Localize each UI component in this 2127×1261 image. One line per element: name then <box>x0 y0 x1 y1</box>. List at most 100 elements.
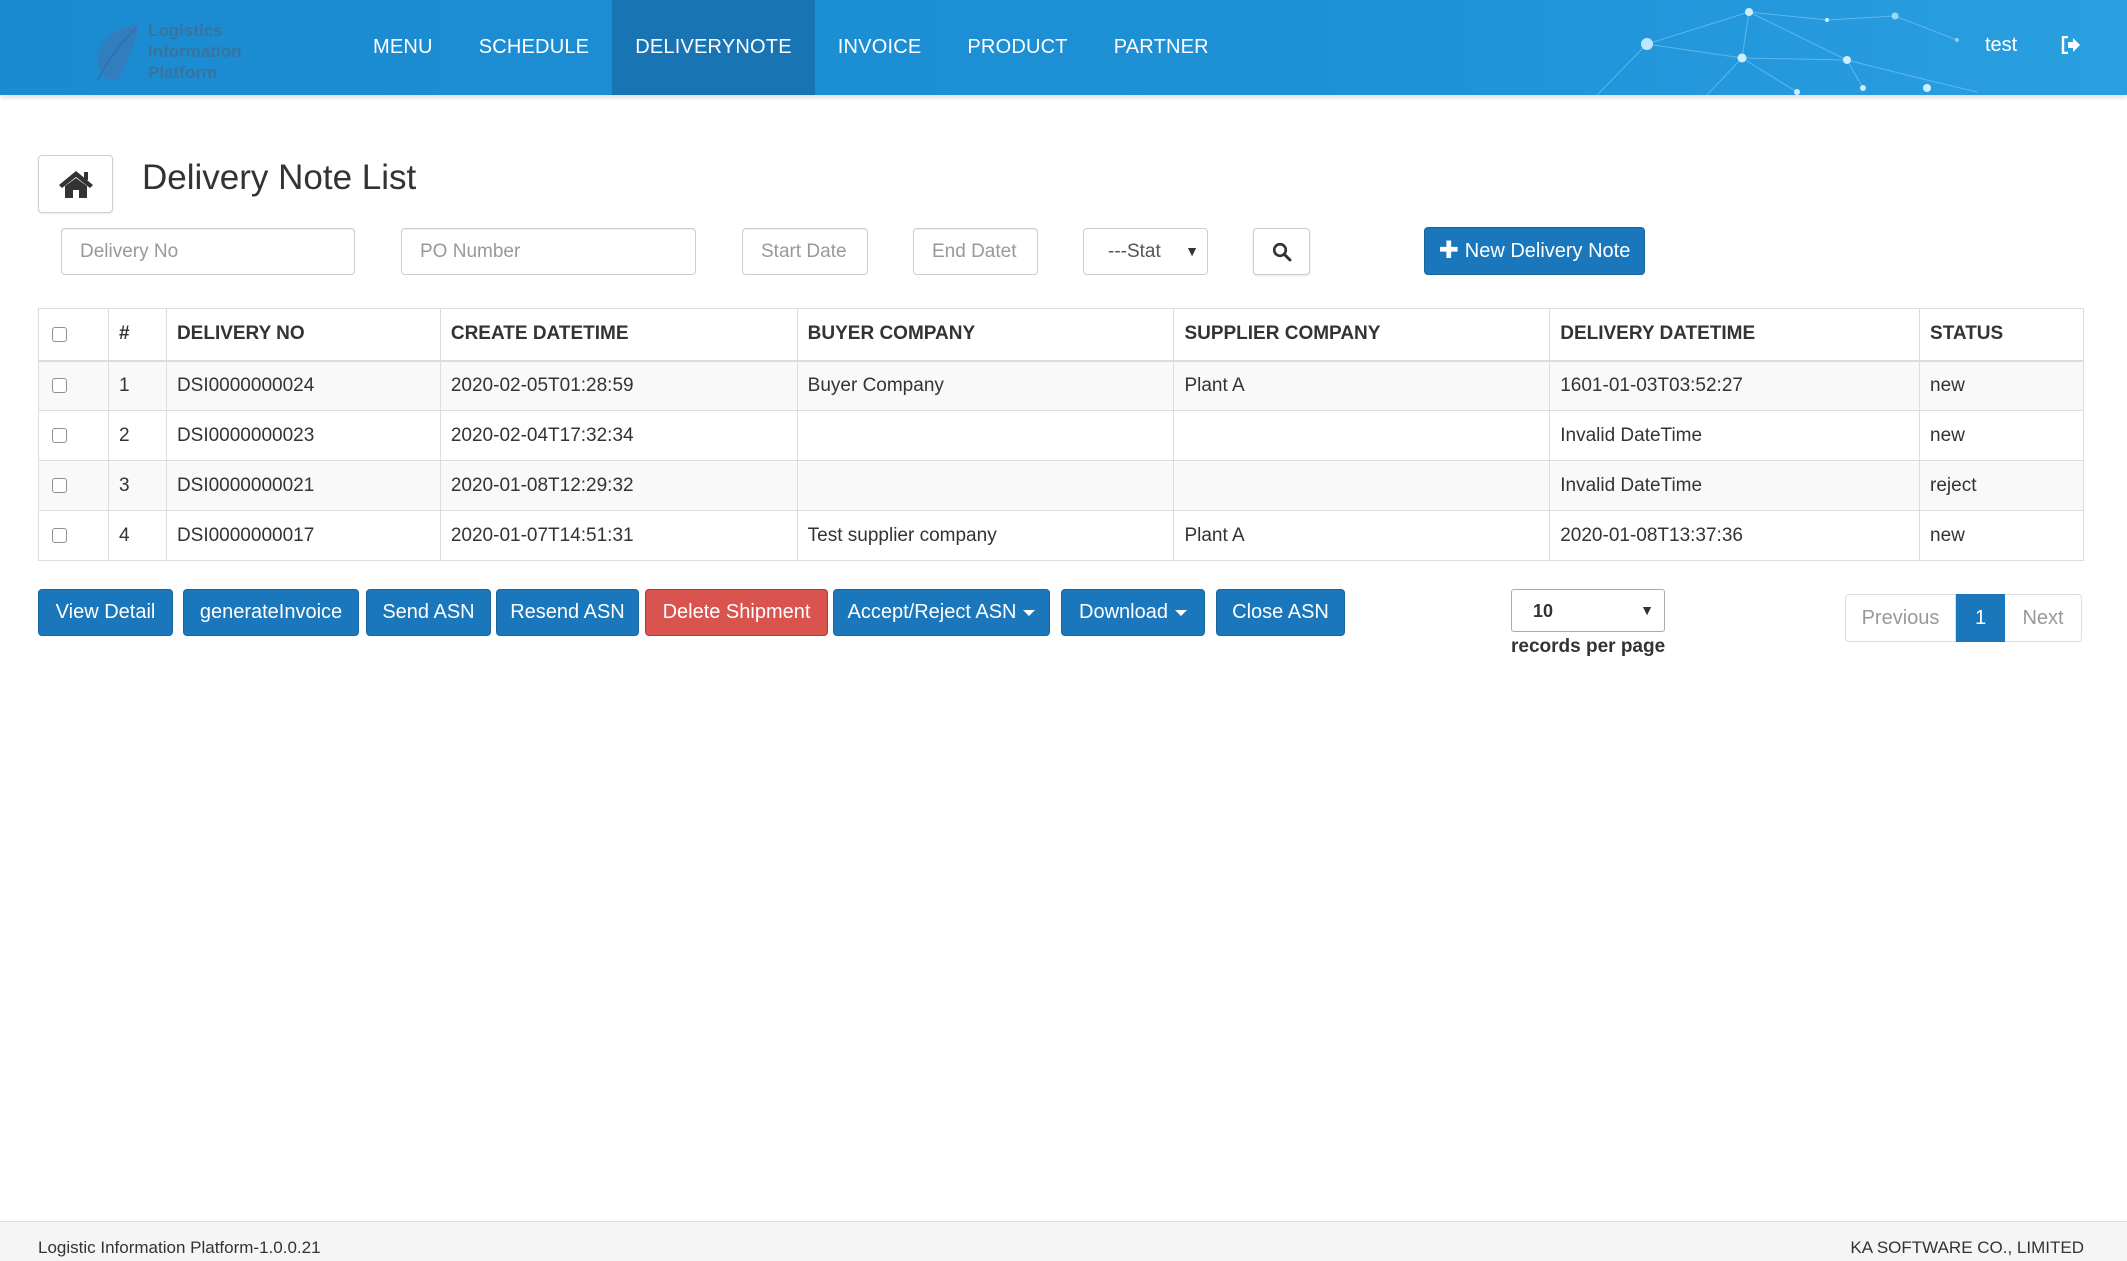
cell-supplier-company: Plant A <box>1173 510 1551 561</box>
footer-company: KA SOFTWARE CO., LIMITED <box>1850 1238 2084 1257</box>
cell-delivery-datetime: Invalid DateTime <box>1549 460 1921 511</box>
nav-item-partner[interactable]: PARTNER <box>1091 0 1232 95</box>
cell-delivery-no: DSI0000000023 <box>165 410 441 461</box>
caret-down-icon <box>1174 609 1187 616</box>
download-label: Download <box>1079 601 1168 623</box>
nav-item-schedule[interactable]: SCHEDULE <box>456 0 613 95</box>
select-caret-icon: ▼ <box>1640 602 1654 618</box>
cell-num: 3 <box>107 460 167 511</box>
cell-supplier-company: Plant A <box>1173 360 1551 411</box>
logo-text: Logistics Information Platform <box>148 20 242 83</box>
logo-line: Logistics <box>148 21 223 40</box>
current-page-button[interactable]: 1 <box>1956 594 2005 642</box>
nav-item-product[interactable]: PRODUCT <box>944 0 1090 95</box>
home-icon <box>58 171 93 198</box>
row-select-cell <box>38 510 109 561</box>
po-number-input[interactable] <box>401 228 696 275</box>
new-delivery-note-label: New Delivery Note <box>1464 239 1631 262</box>
main-nav: MENU SCHEDULE DELIVERYNOTE INVOICE PRODU… <box>350 0 1232 95</box>
table-row[interactable]: 2 DSI0000000023 2020-02-04T17:32:34 Inva… <box>38 410 2084 461</box>
logo-line: Information <box>148 42 242 61</box>
cell-status: new <box>1919 510 2084 561</box>
accept-reject-asn-dropdown[interactable]: Accept/Reject ASN <box>833 589 1050 636</box>
table-row[interactable]: 4 DSI0000000017 2020-01-07T14:51:31 Test… <box>38 510 2084 561</box>
column-header[interactable]: # <box>107 308 167 362</box>
records-per-page-select[interactable]: 10 ▼ <box>1511 589 1665 632</box>
cell-delivery-datetime: Invalid DateTime <box>1549 410 1921 461</box>
view-detail-button[interactable]: View Detail <box>38 589 173 636</box>
new-delivery-note-button[interactable]: ✚ New Delivery Note <box>1424 227 1645 275</box>
start-date-input[interactable] <box>742 228 868 275</box>
row-checkbox[interactable] <box>52 477 67 493</box>
cell-buyer-company: Test supplier company <box>796 510 1175 561</box>
cell-delivery-datetime: 2020-01-08T13:37:36 <box>1549 510 1921 561</box>
column-header[interactable]: CREATE DATETIME <box>439 308 798 362</box>
records-per-page-value: 10 <box>1533 601 1554 621</box>
generate-invoice-button[interactable]: generateInvoice <box>183 589 359 636</box>
network-decoration <box>1596 8 1978 95</box>
close-asn-button[interactable]: Close ASN <box>1216 589 1345 636</box>
select-all-checkbox[interactable] <box>52 326 67 342</box>
row-checkbox[interactable] <box>52 378 67 394</box>
plus-icon: ✚ <box>1438 237 1459 264</box>
cell-status: new <box>1919 410 2084 461</box>
cell-buyer-company: Buyer Company <box>796 360 1175 411</box>
app-logo[interactable]: Logistics Information Platform <box>92 18 272 84</box>
table-header-row: # DELIVERY NO CREATE DATETIME BUYER COMP… <box>38 308 2084 362</box>
row-select-cell <box>38 460 109 511</box>
resend-asn-button[interactable]: Resend ASN <box>496 589 639 636</box>
home-button[interactable] <box>38 155 113 213</box>
status-select[interactable]: ---Stat ▼ <box>1083 228 1208 275</box>
status-select-value: ---Stat <box>1108 241 1161 262</box>
send-asn-button[interactable]: Send ASN <box>366 589 491 636</box>
nav-item-deliverynote[interactable]: DELIVERYNOTE <box>612 0 815 95</box>
footer: Logistic Information Platform-1.0.0.21 K… <box>0 1221 2127 1261</box>
user-name[interactable]: test <box>1985 34 2017 57</box>
cell-delivery-datetime: 1601-01-03T03:52:27 <box>1549 360 1921 411</box>
pagination: Previous 1 Next <box>1845 594 2082 642</box>
records-per-page-label: records per page <box>1511 636 1666 657</box>
row-checkbox[interactable] <box>52 427 67 443</box>
column-header[interactable]: DELIVERY DATETIME <box>1549 308 1921 362</box>
cell-num: 4 <box>107 510 167 561</box>
table-row[interactable]: 1 DSI0000000024 2020-02-05T01:28:59 Buye… <box>38 360 2084 411</box>
logout-icon[interactable] <box>2061 36 2081 54</box>
cell-num: 1 <box>107 360 167 411</box>
delivery-note-table: # DELIVERY NO CREATE DATETIME BUYER COMP… <box>38 308 2084 561</box>
delivery-no-input[interactable] <box>61 228 355 275</box>
top-navbar: Logistics Information Platform MENU SCHE… <box>0 0 2127 95</box>
nav-item-invoice[interactable]: INVOICE <box>815 0 945 95</box>
column-header[interactable]: STATUS <box>1919 308 2084 362</box>
row-checkbox[interactable] <box>52 527 67 543</box>
table-row[interactable]: 3 DSI0000000021 2020-01-08T12:29:32 Inva… <box>38 460 2084 511</box>
search-button[interactable] <box>1253 228 1310 275</box>
cell-num: 2 <box>107 410 167 461</box>
cell-buyer-company <box>796 410 1175 461</box>
cell-status: new <box>1919 360 2084 411</box>
end-date-input[interactable] <box>913 228 1038 275</box>
column-header[interactable]: SUPPLIER COMPANY <box>1173 308 1551 362</box>
footer-version: Logistic Information Platform-1.0.0.21 <box>38 1238 321 1257</box>
next-page-button[interactable]: Next <box>2005 594 2082 642</box>
cell-delivery-no: DSI0000000024 <box>165 360 441 411</box>
cell-create-datetime: 2020-02-04T17:32:34 <box>439 410 798 461</box>
caret-down-icon <box>1023 609 1036 616</box>
select-caret-icon: ▼ <box>1185 243 1199 259</box>
cell-delivery-no: DSI0000000017 <box>165 510 441 561</box>
cell-create-datetime: 2020-02-05T01:28:59 <box>439 360 798 411</box>
cell-status: reject <box>1919 460 2084 511</box>
column-header[interactable]: BUYER COMPANY <box>796 308 1175 362</box>
nav-item-menu[interactable]: MENU <box>350 0 456 95</box>
delete-shipment-button[interactable]: Delete Shipment <box>645 589 828 636</box>
column-header[interactable]: DELIVERY NO <box>165 308 441 362</box>
cell-buyer-company <box>796 460 1175 511</box>
row-select-cell <box>38 410 109 461</box>
cell-delivery-no: DSI0000000021 <box>165 460 441 511</box>
cell-create-datetime: 2020-01-08T12:29:32 <box>439 460 798 511</box>
download-dropdown[interactable]: Download <box>1061 589 1205 636</box>
cell-supplier-company <box>1173 410 1551 461</box>
page-title: Delivery Note List <box>142 158 417 197</box>
leaf-logo-icon <box>97 24 138 81</box>
logo-line: Platform <box>148 63 217 82</box>
previous-page-button[interactable]: Previous <box>1845 594 1956 642</box>
